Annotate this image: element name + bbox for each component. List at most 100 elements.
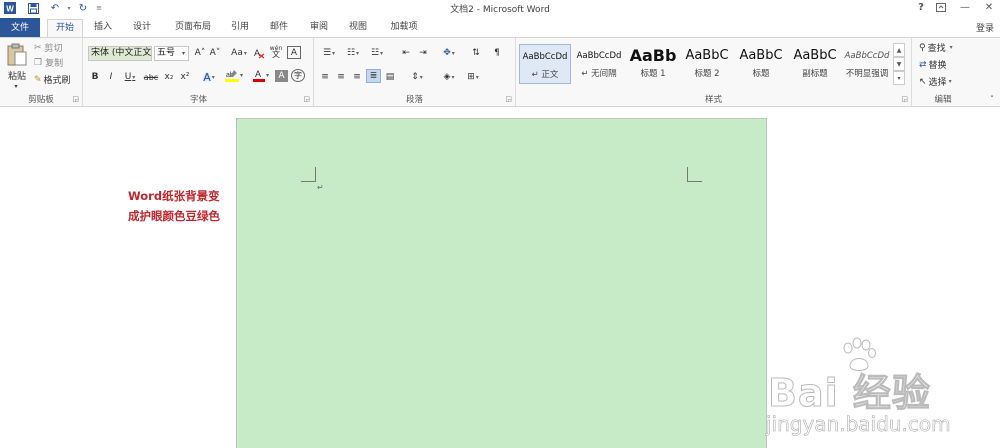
superscript-button[interactable]: x² (178, 70, 192, 84)
close-button[interactable]: ✕ (978, 0, 1000, 15)
select-button[interactable]: ↖ 选择 ▾ (919, 75, 952, 89)
highlight-button[interactable]: ab ▾ (222, 68, 246, 82)
document-page[interactable]: ↵ (236, 118, 767, 448)
gallery-scroll-up-icon[interactable]: ▲ (893, 43, 905, 57)
style-heading-1[interactable]: AaBb 标题 1 (627, 44, 679, 84)
phonetic-guide-button[interactable]: wén 文 (268, 45, 284, 59)
tab-mailings[interactable]: 邮件 (262, 19, 296, 38)
baidu-jingyan-watermark: Bai 经验 jingyan.baidu.com (760, 326, 1000, 444)
style-title[interactable]: AaBbC 标题 (735, 44, 787, 84)
ribbon-display-options-icon[interactable] (930, 0, 952, 15)
styles-launcher-icon[interactable]: ◲ (901, 95, 908, 103)
style-no-spacing[interactable]: AaBbCcDd ↵ 无间隔 (573, 44, 625, 84)
tab-file[interactable]: 文件 (0, 18, 40, 38)
tab-view[interactable]: 视图 (341, 19, 375, 38)
outdent-icon: ⇤ (402, 48, 410, 58)
character-shading-button[interactable]: A (275, 70, 288, 82)
ribbon: 粘贴 ▾ ✂ 剪切 ❐ 复制 ✎ 格式刷 剪贴板 ◲ 宋体 (中文正文 ▾ 五号… (0, 37, 1000, 107)
paintbrush-icon: ✎ (34, 74, 42, 85)
align-left-icon: ≡ (321, 72, 329, 82)
tab-home[interactable]: 开始 (47, 19, 83, 38)
sign-in-link[interactable]: 登录 (976, 21, 994, 34)
distributed-button[interactable]: ▤ (383, 70, 397, 84)
paragraph-group-label: 段落 (405, 95, 423, 105)
align-left-button[interactable]: ≡ (318, 70, 332, 84)
font-color-button[interactable]: A ▾ (250, 68, 272, 82)
gallery-more-icon[interactable]: ▾ (893, 71, 905, 85)
copy-icon: ❐ (34, 57, 43, 68)
font-launcher-icon[interactable]: ◲ (303, 95, 310, 103)
scissors-icon: ✂ (34, 42, 42, 53)
paste-icon[interactable] (4, 42, 30, 68)
tab-references[interactable]: 引用 (223, 19, 257, 38)
annotation-text: Word纸张背景变 成护眼颜色豆绿色 (128, 186, 238, 226)
gallery-scroll-down-icon[interactable]: ▼ (893, 57, 905, 71)
line-spacing-button[interactable]: ⇕ ▾ (406, 70, 428, 84)
show-marks-button[interactable]: ¶ (490, 46, 504, 60)
paragraph-launcher-icon[interactable]: ◲ (505, 95, 512, 103)
sort-button[interactable]: ⇅ (468, 46, 484, 60)
font-color-icon: A (252, 69, 265, 82)
grow-font-button[interactable]: A˄ (193, 46, 207, 60)
text-effects-icon: A (203, 70, 211, 84)
pilcrow-icon: ¶ (494, 48, 500, 58)
align-center-button[interactable]: ≡ (334, 70, 348, 84)
paragraph-group: ☰ ▾ ☷ ▾ ☳ ▾ ⇤ ⇥ ✥ ▾ ⇅ ¶ ≡ ≡ ≡ ≣ ▤ ⇕ ▾ ◈ ▾ ⊞ ▾ 段… (314, 38, 516, 106)
underline-button[interactable]: U ▾ (120, 70, 140, 84)
font-group: 宋体 (中文正文 ▾ 五号 ▾ A˄ A˅ Aa ▾ A wén 文 A B I U… (84, 38, 314, 106)
bold-button[interactable]: B (88, 70, 102, 84)
styles-group: AaBbCcDd ↵ 正文 AaBbCcDd ↵ 无间隔 AaBb 标题 1 A… (516, 38, 912, 106)
tab-insert[interactable]: 插入 (86, 19, 120, 38)
align-right-button[interactable]: ≡ (350, 70, 364, 84)
tab-addins[interactable]: 加载项 (382, 19, 426, 38)
font-size-select[interactable]: 五号 ▾ (154, 46, 189, 61)
character-border-button[interactable]: A (287, 46, 301, 59)
highlighter-icon: ab (224, 70, 239, 82)
chevron-down-icon: ▾ (144, 50, 148, 57)
collapse-ribbon-icon[interactable]: ˄ (986, 92, 998, 106)
decrease-indent-button[interactable]: ⇤ (398, 46, 414, 60)
font-family-select[interactable]: 宋体 (中文正文 ▾ (88, 46, 152, 61)
style-heading-2[interactable]: AaBbC 标题 2 (681, 44, 733, 84)
copy-button[interactable]: ❐ 复制 (34, 56, 63, 70)
tab-layout[interactable]: 页面布局 (166, 19, 220, 38)
font-group-label: 字体 (189, 95, 207, 105)
format-painter-button[interactable]: ✎ 格式刷 (34, 73, 71, 87)
justify-button[interactable]: ≣ (366, 69, 381, 83)
italic-button[interactable]: I (104, 70, 118, 84)
change-case-button[interactable]: Aa ▾ (228, 46, 250, 60)
find-button[interactable]: ⚲ 查找 ▾ (919, 41, 953, 55)
help-button[interactable]: ? (910, 0, 932, 15)
style-subtle-emphasis[interactable]: AaBbCcDd 不明显强调 (841, 44, 893, 84)
subscript-button[interactable]: x₂ (162, 70, 176, 84)
shading-button[interactable]: ◈ ▾ (438, 70, 460, 84)
minimize-button[interactable]: — (954, 0, 976, 15)
style-subtitle[interactable]: AaBbC 副标题 (789, 44, 841, 84)
strikethrough-button[interactable]: abc (142, 70, 160, 84)
window-title: 文档2 - Microsoft Word (450, 5, 550, 15)
indent-icon: ⇥ (419, 48, 427, 58)
bullets-button[interactable]: ☰ ▾ (318, 46, 340, 60)
style-normal[interactable]: AaBbCcDd ↵ 正文 (519, 44, 571, 84)
styles-group-label: 样式 (704, 95, 722, 105)
watermark-brand: Bai 经验 (768, 371, 931, 416)
cut-button[interactable]: ✂ 剪切 (34, 41, 63, 55)
paste-dropdown-icon[interactable]: ▾ (10, 79, 22, 93)
watermark-url: jingyan.baidu.com (766, 412, 951, 437)
clipboard-launcher-icon[interactable]: ◲ (72, 95, 79, 103)
clear-formatting-icon[interactable]: A (252, 46, 266, 60)
chinese-layout-button[interactable]: ✥ ▾ (438, 46, 460, 60)
tab-design[interactable]: 设计 (125, 19, 159, 38)
annotation-line-2: 成护眼颜色豆绿色 (128, 209, 220, 223)
align-center-icon: ≡ (337, 72, 345, 82)
numbering-button[interactable]: ☷ ▾ (342, 46, 364, 60)
tab-review[interactable]: 审阅 (302, 19, 336, 38)
shrink-font-button[interactable]: A˅ (208, 46, 222, 60)
increase-indent-button[interactable]: ⇥ (415, 46, 431, 60)
replace-button[interactable]: ⇄ 替换 (919, 58, 947, 72)
multilevel-list-button[interactable]: ☳ ▾ (366, 46, 388, 60)
enclose-characters-button[interactable]: 字 (291, 69, 305, 82)
binoculars-icon: ⚲ (919, 42, 926, 53)
text-effects-button[interactable]: A ▾ (198, 70, 220, 84)
borders-button[interactable]: ⊞ ▾ (462, 70, 484, 84)
